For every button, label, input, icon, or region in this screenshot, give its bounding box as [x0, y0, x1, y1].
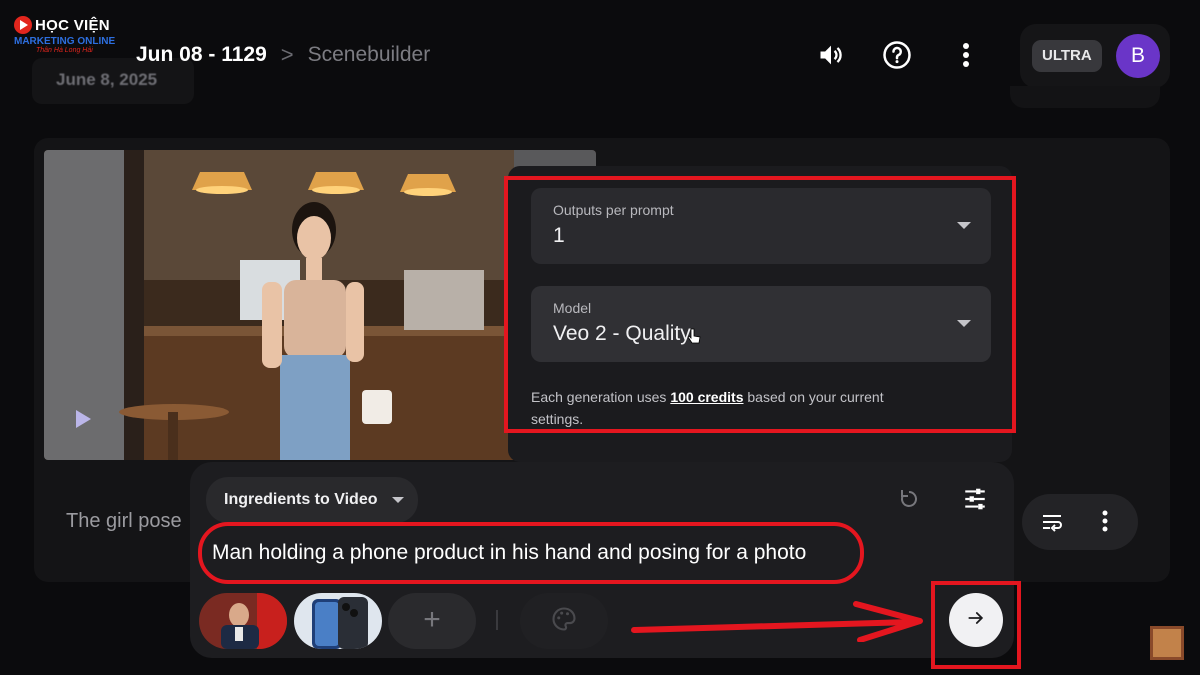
- brand-subtitle: MARKETING ONLINE: [14, 36, 116, 47]
- arrow-right-icon: [966, 608, 986, 633]
- refresh-icon[interactable]: [897, 487, 921, 516]
- plan-badge: ULTRA: [1032, 40, 1102, 72]
- breadcrumb-separator: >: [280, 42, 294, 67]
- prompt-input[interactable]: [198, 522, 864, 584]
- scene-more-icon[interactable]: [1102, 510, 1108, 537]
- mode-selector[interactable]: Ingredients to Video: [206, 477, 418, 523]
- view-toggle[interactable]: [1010, 86, 1160, 108]
- date-chip-label: June 8, 2025: [56, 70, 158, 89]
- annotation-arrow: [631, 601, 923, 642]
- brand-tagline: Thân Hà Long Hải: [36, 47, 93, 54]
- palette-icon: [550, 605, 578, 638]
- speaker-icon[interactable]: [814, 38, 848, 72]
- account-area: ULTRA B: [1020, 24, 1170, 88]
- chevron-down-icon: [391, 497, 404, 503]
- ingredient-image-man[interactable]: [199, 593, 287, 649]
- play-icon[interactable]: [76, 410, 91, 428]
- ingredient-image-phone[interactable]: [294, 593, 382, 649]
- brand-logo: HỌC VIỆN MARKETING ONLINE Thân Hà Long H…: [14, 16, 126, 54]
- project-title[interactable]: Jun 08 - 1129: [136, 43, 267, 67]
- wrap-text-icon[interactable]: [1040, 510, 1064, 539]
- scene-caption: The girl pose: [66, 510, 182, 532]
- brand-name: HỌC VIỆN: [35, 16, 110, 34]
- settings-highlight-box: [504, 176, 1016, 433]
- tune-icon[interactable]: [962, 486, 988, 517]
- more-vert-icon[interactable]: [949, 38, 983, 72]
- brand-play-icon: [14, 16, 32, 34]
- add-ingredient-button[interactable]: +: [388, 593, 476, 649]
- breadcrumb: Jun 08 - 1129 > Scenebuilder: [136, 42, 430, 68]
- mode-label: Ingredients to Video: [224, 491, 378, 508]
- avatar[interactable]: B: [1116, 34, 1160, 78]
- watermark-badge: [1150, 626, 1184, 660]
- palette-button[interactable]: [520, 593, 608, 649]
- help-icon[interactable]: [880, 38, 914, 72]
- send-button[interactable]: [949, 593, 1003, 647]
- composer-divider: [496, 610, 498, 630]
- page-title: Scenebuilder: [307, 43, 431, 66]
- scene-actions: [1022, 494, 1138, 550]
